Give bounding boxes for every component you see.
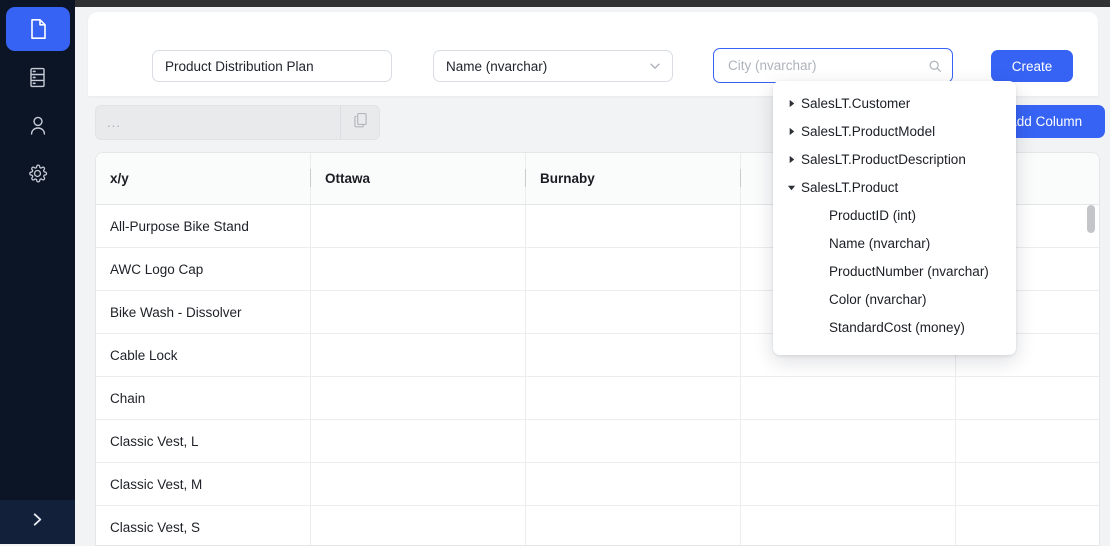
dropdown-item-label: Name (nvarchar) bbox=[829, 236, 930, 251]
grid-cell[interactable] bbox=[311, 377, 526, 420]
dropdown-item-label: SalesLT.ProductDescription bbox=[801, 152, 966, 167]
grid-cell[interactable] bbox=[741, 506, 956, 546]
chevron-right-icon bbox=[29, 511, 46, 533]
grid-column-header-label: Ottawa bbox=[325, 171, 370, 186]
dropdown-table-item[interactable]: SalesLT.Customer bbox=[773, 89, 1016, 117]
column-field-search[interactable] bbox=[713, 48, 953, 83]
row-label-cell[interactable]: AWC Logo Cap bbox=[96, 248, 311, 291]
grid-cell[interactable] bbox=[741, 420, 956, 463]
grid-cell[interactable] bbox=[956, 463, 1101, 506]
grid-cell[interactable] bbox=[526, 506, 741, 546]
table-row: Classic Vest, L bbox=[96, 420, 1100, 463]
grid-cell[interactable] bbox=[311, 420, 526, 463]
row-label-cell[interactable]: Cable Lock bbox=[96, 334, 311, 377]
triangle-right-icon[interactable] bbox=[787, 127, 801, 136]
table-row: Chain bbox=[96, 377, 1100, 420]
dropdown-field-item[interactable]: Color (nvarchar) bbox=[773, 285, 1016, 313]
row-label-cell[interactable]: Classic Vest, M bbox=[96, 463, 311, 506]
search-icon bbox=[928, 59, 942, 73]
dropdown-field-item[interactable]: ProductID (int) bbox=[773, 201, 1016, 229]
grid-scroll-thumb[interactable] bbox=[1087, 205, 1095, 233]
grid-cell[interactable] bbox=[311, 463, 526, 506]
main-content: Name (nvarchar) bbox=[75, 7, 1110, 544]
grid-column-header[interactable]: x/y bbox=[96, 153, 311, 205]
chevron-down-icon bbox=[648, 59, 662, 73]
sidebar-item-settings[interactable] bbox=[6, 151, 70, 195]
grid-cell[interactable] bbox=[526, 205, 741, 248]
create-button[interactable]: Create bbox=[991, 50, 1073, 82]
dropdown-item-label: SalesLT.Customer bbox=[801, 96, 910, 111]
row-label-cell[interactable]: Bike Wash - Dissolver bbox=[96, 291, 311, 334]
dropdown-item-label: ProductID (int) bbox=[829, 208, 916, 223]
triangle-down-icon[interactable] bbox=[787, 183, 801, 192]
row-field-value: Name (nvarchar) bbox=[446, 59, 648, 74]
row-label-cell[interactable]: Classic Vest, L bbox=[96, 420, 311, 463]
user-icon bbox=[28, 115, 48, 136]
triangle-right-icon[interactable] bbox=[787, 99, 801, 108]
dropdown-item-label: StandardCost (money) bbox=[829, 320, 965, 335]
sidebar-item-documents[interactable] bbox=[6, 7, 70, 51]
dropdown-item-label: SalesLT.Product bbox=[801, 180, 898, 195]
grid-cell[interactable] bbox=[956, 377, 1101, 420]
grid-cell[interactable] bbox=[526, 334, 741, 377]
triangle-right-icon[interactable] bbox=[787, 155, 801, 164]
sidebar-item-account[interactable] bbox=[6, 103, 70, 147]
row-label-cell[interactable]: Chain bbox=[96, 377, 311, 420]
plan-name-input[interactable] bbox=[152, 50, 392, 82]
grid-cell[interactable] bbox=[741, 463, 956, 506]
row-label-cell[interactable]: Classic Vest, S bbox=[96, 506, 311, 546]
table-row: Classic Vest, M bbox=[96, 463, 1100, 506]
row-label-cell[interactable]: All-Purpose Bike Stand bbox=[96, 205, 311, 248]
column-suggestions-dropdown[interactable]: SalesLT.Customer SalesLT.ProductModel Sale… bbox=[773, 81, 1016, 355]
grid-vertical-scrollbar[interactable] bbox=[1087, 205, 1095, 543]
grid-cell[interactable] bbox=[526, 291, 741, 334]
grid-cell[interactable] bbox=[956, 420, 1101, 463]
database-icon bbox=[28, 67, 47, 88]
gear-icon bbox=[27, 163, 48, 184]
dropdown-table-item[interactable]: SalesLT.ProductModel bbox=[773, 117, 1016, 145]
dropdown-item-label: SalesLT.ProductModel bbox=[801, 124, 935, 139]
grid-cell[interactable] bbox=[526, 248, 741, 291]
grid-cell[interactable] bbox=[526, 420, 741, 463]
grid-cell[interactable] bbox=[311, 205, 526, 248]
grid-cell[interactable] bbox=[526, 377, 741, 420]
copy-button[interactable] bbox=[340, 106, 379, 139]
dropdown-field-item[interactable]: StandardCost (money) bbox=[773, 313, 1016, 341]
dropdown-table-item[interactable]: SalesLT.ProductDescription bbox=[773, 145, 1016, 173]
expand-sidebar-button[interactable] bbox=[0, 500, 75, 544]
grid-column-header[interactable]: Ottawa bbox=[311, 153, 526, 205]
grid-column-header[interactable]: Burnaby bbox=[526, 153, 741, 205]
grid-cell[interactable] bbox=[311, 248, 526, 291]
formula-input-group[interactable]: ... bbox=[95, 105, 380, 140]
app-root: Name (nvarchar) bbox=[0, 0, 1110, 544]
formula-placeholder[interactable]: ... bbox=[96, 106, 340, 139]
grid-cell[interactable] bbox=[956, 506, 1101, 546]
dropdown-field-item[interactable]: ProductNumber (nvarchar) bbox=[773, 257, 1016, 285]
grid-column-header-label: x/y bbox=[110, 171, 129, 186]
dropdown-table-item[interactable]: SalesLT.Product bbox=[773, 173, 1016, 201]
dropdown-item-label: Color (nvarchar) bbox=[829, 292, 927, 307]
grid-cell[interactable] bbox=[311, 506, 526, 546]
copy-icon bbox=[353, 112, 368, 133]
dropdown-item-label: ProductNumber (nvarchar) bbox=[829, 264, 989, 279]
grid-cell[interactable] bbox=[311, 334, 526, 377]
sidebar-item-datasources[interactable] bbox=[6, 55, 70, 99]
row-field-select[interactable]: Name (nvarchar) bbox=[433, 50, 673, 82]
dropdown-field-item[interactable]: Name (nvarchar) bbox=[773, 229, 1016, 257]
sidebar-items bbox=[0, 7, 75, 199]
column-search-input[interactable] bbox=[726, 57, 928, 74]
grid-cell[interactable] bbox=[526, 463, 741, 506]
grid-column-header-label: Burnaby bbox=[540, 171, 595, 186]
document-icon bbox=[28, 18, 48, 40]
table-row: Classic Vest, S bbox=[96, 506, 1100, 546]
grid-cell[interactable] bbox=[741, 377, 956, 420]
window-title-strip bbox=[0, 0, 1110, 7]
sidebar bbox=[0, 0, 75, 544]
grid-cell[interactable] bbox=[311, 291, 526, 334]
